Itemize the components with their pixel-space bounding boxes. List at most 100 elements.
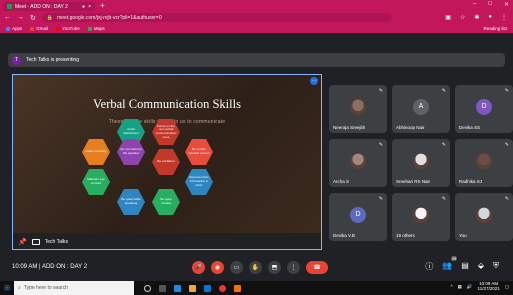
call-controls: 🎤 ◉ ▭ ✋ ⬒ ⋮ ☎ (192, 261, 328, 274)
close-window-icon[interactable]: ✕ (504, 1, 509, 8)
mic-muted-icon: ✎ (378, 142, 383, 148)
bookmarks-bar: Apps Gmail YouTube Maps Reading list (0, 24, 513, 33)
reload-icon[interactable]: ↻ (30, 14, 36, 22)
participant-photo (350, 98, 366, 115)
clock[interactable]: 10:09 AM 11/27/2021 (477, 281, 500, 292)
taskbar-search[interactable]: ⌕ Type here to search (14, 281, 134, 295)
participant-tile[interactable]: ✎ Sreehari RS Nair (392, 139, 450, 187)
hexagon-item: Listen carefully (82, 139, 110, 165)
participant-tile[interactable]: ✎ D Devika V.B (329, 193, 387, 241)
participant-photo (350, 152, 366, 169)
star-icon[interactable]: ☆ (460, 14, 465, 21)
tab-close-icon[interactable]: × (88, 4, 91, 10)
meeting-info: 10:09 AM | ADD ON : DAY 2 (12, 264, 87, 270)
presentation-tile[interactable]: Verbal Communication Skills These are th… (12, 74, 322, 250)
lock-icon: 🔒 (46, 14, 54, 21)
mic-muted-icon: ✎ (378, 196, 383, 202)
menu-icon[interactable]: ⋮ (501, 14, 507, 21)
participants-count: 29 (450, 256, 458, 261)
camera-icon[interactable]: ▣ (445, 14, 451, 21)
tile-options-icon[interactable]: ⋯ (310, 77, 318, 85)
bookmark-youtube[interactable]: YouTube (56, 26, 80, 31)
profile-icon[interactable]: ● (488, 14, 492, 21)
window-controls: – □ ✕ (473, 1, 509, 8)
participant-name: Sreehari RS Nair (396, 179, 431, 184)
participant-tile[interactable]: ✎ Archa S (329, 139, 387, 187)
clock-date: 11/27/2021 (477, 285, 500, 291)
meeting-name: ADD ON : DAY 2 (41, 264, 88, 270)
network-icon[interactable]: ▦ (458, 284, 462, 290)
mic-muted-icon: ✎ (441, 88, 446, 94)
participant-photo (476, 152, 492, 169)
chrome-icon[interactable] (219, 284, 226, 292)
end-call-button[interactable]: ☎ (306, 261, 328, 274)
bookmark-maps[interactable]: Maps (87, 26, 105, 31)
info-icon[interactable]: ⓘ (425, 261, 433, 272)
meet-favicon-icon (7, 4, 12, 9)
pin-icon[interactable]: 📌 (18, 238, 27, 246)
address-bar: ← → ↻ 🔒 meet.google.com/jxj-rvjb-vcr?pli… (0, 11, 513, 24)
more-options-button[interactable]: ⋮ (287, 261, 300, 274)
participant-tile[interactable]: ✎ 19 others (392, 193, 450, 241)
participant-avatar: D (476, 98, 492, 115)
notifications-icon[interactable]: ▢ (505, 284, 509, 290)
participant-name: You (459, 233, 467, 238)
url-field[interactable]: 🔒 meet.google.com/jxj-rvjb-vcr?pli=1&aut… (41, 13, 392, 22)
tray-chevron-icon[interactable]: ^ (451, 284, 453, 289)
mic-muted-icon: ✎ (504, 196, 509, 202)
presenter-name: Tech Talks (44, 239, 68, 245)
windows-start-icon[interactable]: ⊞ (0, 284, 14, 292)
youtube-icon (56, 26, 61, 31)
meeting-separator: | (39, 264, 41, 270)
mic-muted-icon: ✎ (441, 196, 446, 202)
chat-icon[interactable]: ▤ (461, 261, 469, 272)
bookmark-gmail[interactable]: Gmail (30, 26, 48, 31)
participant-name: Archa S (333, 179, 350, 184)
reading-list-button[interactable]: Reading list (483, 26, 507, 31)
bookmark-apps[interactable]: Apps (6, 26, 22, 31)
presenter-avatar: T (12, 55, 21, 65)
present-button[interactable]: ⬒ (268, 261, 281, 274)
participant-photo (476, 206, 492, 223)
participant-name: Abhinoop Nair (396, 125, 425, 130)
camera-off-button[interactable]: ◉ (211, 261, 224, 274)
hexagon-item: Represent the information in short (185, 169, 213, 195)
browser-toolbar-icons: ▣ ☆ ✱ ● ⋮ (445, 14, 507, 21)
mic-off-button[interactable]: 🎤 (192, 261, 205, 274)
participant-photo (413, 206, 429, 223)
participant-tile[interactable]: ✎ You (455, 193, 513, 241)
mic-muted-icon: ✎ (504, 142, 509, 148)
minimize-icon[interactable]: – (473, 1, 476, 8)
participant-tile[interactable]: ✎ A Abhinoop Nair (392, 85, 450, 133)
file-explorer-icon[interactable] (189, 284, 196, 292)
participant-tile[interactable]: ✎ D Devika SS (455, 85, 513, 133)
hexagon-item: Do not interrupt the speaker (117, 139, 145, 165)
maximize-icon[interactable]: □ (488, 1, 492, 8)
edge-icon[interactable] (174, 284, 181, 292)
host-controls-icon[interactable]: ⛨ (493, 261, 499, 272)
browser-tab[interactable]: Meet - ADD ON : DAY 2 ● × (3, 2, 95, 11)
meeting-controls-bar: 10:09 AM | ADD ON : DAY 2 🎤 ◉ ▭ ✋ ⬒ ⋮ ☎ … (0, 255, 513, 279)
activities-icon[interactable]: ⬙ (478, 261, 484, 272)
participant-tile[interactable]: ✎ Radhika SJ (455, 139, 513, 187)
participant-name: Devika V.B (333, 233, 355, 238)
back-icon[interactable]: ← (4, 14, 11, 21)
store-icon[interactable] (204, 284, 211, 292)
extensions-icon[interactable]: ✱ (474, 14, 479, 21)
raise-hand-button[interactable]: ✋ (249, 261, 262, 274)
hexagon-item: Be quiet minded (152, 189, 180, 215)
presenting-text: Tech Talks is presenting (26, 57, 79, 63)
forward-icon[interactable]: → (17, 14, 24, 21)
app-icon[interactable] (234, 284, 241, 292)
participant-tile[interactable]: ✎ Neeraja Sreejith (329, 85, 387, 133)
new-tab-button[interactable]: + (100, 1, 105, 10)
recording-dot-icon: ● (82, 3, 86, 10)
people-icon[interactable]: 👥 29 (442, 256, 458, 272)
tab-title: Meet - ADD ON : DAY 2 (15, 3, 68, 10)
task-view-icon[interactable] (159, 284, 166, 292)
apps-grid-icon (6, 26, 10, 31)
cortana-icon[interactable] (144, 284, 151, 292)
captions-button[interactable]: ▭ (230, 261, 243, 274)
volume-icon[interactable]: 🔊 (467, 284, 473, 290)
slide: Verbal Communication Skills These are th… (13, 75, 321, 233)
